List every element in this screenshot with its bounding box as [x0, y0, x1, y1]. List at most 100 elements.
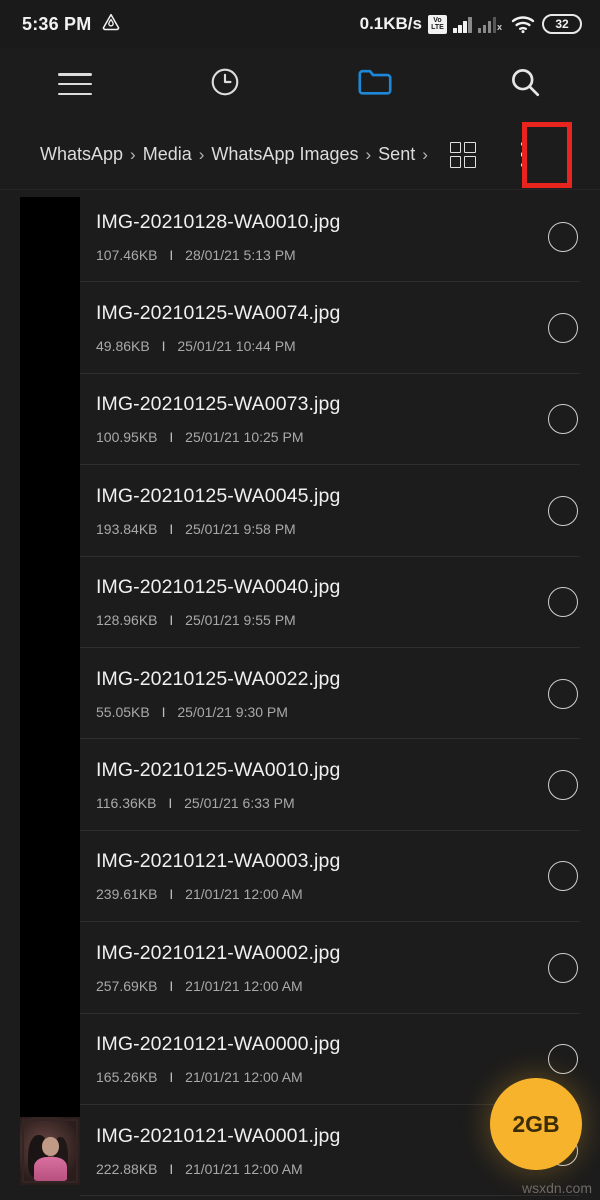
file-name: IMG-20210125-WA0045.jpg — [96, 484, 341, 507]
file-meta: IMG-20210121-WA0003.jpg 239.61KB I 21/01… — [96, 850, 548, 902]
table-row[interactable]: IMG-20210125-WA0022.jpg 55.05KB I 25/01/… — [0, 648, 600, 740]
table-row[interactable]: IMG-20210121-WA0003.jpg 239.61KB I 21/01… — [0, 831, 600, 923]
recent-files-tab[interactable] — [150, 48, 300, 120]
file-name: IMG-20210125-WA0074.jpg — [96, 302, 341, 325]
file-name: IMG-20210125-WA0073.jpg — [96, 393, 341, 416]
table-row[interactable]: IMG-20210121-WA0002.jpg 257.69KB I 21/01… — [0, 922, 600, 1014]
file-meta: IMG-20210121-WA0001.jpg 222.88KB I 21/01… — [96, 1125, 548, 1177]
file-meta: IMG-20210125-WA0073.jpg 100.95KB I 25/01… — [96, 393, 548, 445]
file-list[interactable]: IMG-20210128-WA0010.jpg 107.46KB I 28/01… — [0, 191, 600, 1200]
thumbnail-redaction-overlay — [20, 197, 80, 1117]
search-button[interactable] — [450, 48, 600, 120]
more-options-kebab-icon[interactable] — [508, 135, 538, 175]
storage-fab-button[interactable]: 2GB — [490, 1078, 582, 1170]
file-size: 165.26KB — [96, 1069, 158, 1086]
file-datetime: 28/01/21 5:13 PM — [185, 246, 296, 263]
file-info-separator: I — [169, 520, 174, 537]
file-name: IMG-20210125-WA0010.jpg — [96, 759, 341, 782]
file-name: IMG-20210125-WA0022.jpg — [96, 667, 341, 690]
file-info-separator: I — [161, 703, 166, 720]
breadcrumb-separator: › — [198, 145, 205, 164]
file-size: 116.36KB — [96, 795, 157, 812]
volte-top-text: Vo — [433, 17, 442, 24]
file-size: 239.61KB — [96, 886, 158, 903]
file-select-checkbox[interactable] — [548, 1044, 578, 1075]
table-row[interactable]: IMG-20210125-WA0045.jpg 193.84KB I 25/01… — [0, 465, 600, 557]
table-row[interactable]: IMG-20210128-WA0010.jpg 107.46KB I 28/01… — [0, 191, 600, 283]
breadcrumb-item-sent[interactable]: Sent — [378, 144, 415, 165]
network-speed-label: 0.1KB/s — [359, 14, 422, 33]
file-info-separator: I — [169, 429, 174, 446]
file-info-separator: I — [161, 338, 166, 355]
hamburger-menu-button[interactable] — [0, 48, 150, 120]
file-select-checkbox[interactable] — [548, 587, 578, 618]
file-datetime: 25/01/21 6:33 PM — [184, 795, 295, 812]
breadcrumb-item-whatsapp[interactable]: WhatsApp — [40, 144, 123, 165]
file-info-separator: I — [169, 246, 174, 263]
file-info: 100.95KB I 25/01/21 10:25 PM — [96, 429, 548, 445]
table-row[interactable]: IMG-20210125-WA0010.jpg 116.36KB I 25/01… — [0, 739, 600, 832]
file-size: 55.05KB — [96, 703, 150, 720]
volte-icon: Vo LTE — [428, 14, 447, 34]
breadcrumb-item-whatsapp-images[interactable]: WhatsApp Images — [211, 144, 358, 165]
drive-triangle-icon — [101, 12, 121, 37]
wifi-icon — [510, 14, 536, 34]
file-thumbnail-photo — [20, 1116, 80, 1185]
file-name: IMG-20210128-WA0010.jpg — [96, 210, 341, 233]
file-datetime: 21/01/21 12:00 AM — [185, 886, 303, 903]
file-name: IMG-20210121-WA0002.jpg — [96, 941, 341, 964]
file-meta: IMG-20210125-WA0045.jpg 193.84KB I 25/01… — [96, 485, 548, 537]
file-info-separator: I — [169, 612, 174, 629]
file-info: 239.61KB I 21/01/21 12:00 AM — [96, 886, 548, 902]
file-size: 100.95KB — [96, 429, 158, 446]
file-name: IMG-20210121-WA0000.jpg — [96, 1033, 341, 1056]
file-select-checkbox[interactable] — [548, 861, 578, 892]
file-datetime: 25/01/21 9:58 PM — [185, 520, 296, 537]
table-row[interactable]: IMG-20210125-WA0073.jpg 100.95KB I 25/01… — [0, 374, 600, 466]
breadcrumb-item-media[interactable]: Media — [143, 144, 192, 165]
file-select-checkbox[interactable] — [548, 952, 578, 983]
status-bar-left: 5:36 PM — [22, 12, 121, 37]
table-row[interactable]: IMG-20210125-WA0040.jpg 128.96KB I 25/01… — [0, 557, 600, 649]
file-datetime: 25/01/21 9:55 PM — [185, 612, 296, 629]
file-info: 49.86KB I 25/01/21 10:44 PM — [96, 338, 548, 354]
file-meta: IMG-20210125-WA0040.jpg 128.96KB I 25/01… — [96, 576, 548, 628]
folder-icon — [357, 66, 393, 103]
file-datetime: 25/01/21 10:44 PM — [177, 338, 296, 355]
file-datetime: 21/01/21 12:00 AM — [185, 977, 303, 994]
file-select-checkbox[interactable] — [548, 404, 578, 435]
search-icon — [508, 65, 542, 104]
file-meta: IMG-20210121-WA0002.jpg 257.69KB I 21/01… — [96, 942, 548, 994]
file-info-separator: I — [169, 1160, 174, 1177]
site-watermark: wsxdn.com — [521, 1180, 592, 1196]
file-size: 193.84KB — [96, 520, 158, 537]
main-toolbar — [0, 48, 600, 120]
file-select-checkbox[interactable] — [548, 313, 578, 344]
file-info: 257.69KB I 21/01/21 12:00 AM — [96, 978, 548, 994]
file-info: 222.88KB I 21/01/21 12:00 AM — [96, 1161, 548, 1177]
file-datetime: 25/01/21 10:25 PM — [185, 429, 304, 446]
file-select-checkbox[interactable] — [548, 770, 578, 801]
file-name: IMG-20210121-WA0001.jpg — [96, 1124, 341, 1147]
battery-indicator: 32 — [542, 14, 582, 34]
file-size: 128.96KB — [96, 612, 158, 629]
folders-tab[interactable] — [300, 48, 450, 120]
breadcrumb-trailing-separator: › — [422, 145, 428, 164]
file-size: 257.69KB — [96, 977, 158, 994]
file-info: 128.96KB I 25/01/21 9:55 PM — [96, 612, 548, 628]
file-select-checkbox[interactable] — [548, 495, 578, 526]
file-datetime: 21/01/21 12:00 AM — [185, 1069, 303, 1086]
file-meta: IMG-20210125-WA0022.jpg 55.05KB I 25/01/… — [96, 668, 548, 720]
file-select-checkbox[interactable] — [548, 221, 578, 252]
file-size: 107.46KB — [96, 246, 158, 263]
file-meta: IMG-20210125-WA0074.jpg 49.86KB I 25/01/… — [96, 302, 548, 354]
clock-recent-icon — [209, 66, 241, 103]
file-select-checkbox[interactable] — [548, 678, 578, 709]
grid-view-icon[interactable] — [449, 141, 476, 168]
file-info: 107.46KB I 28/01/21 5:13 PM — [96, 247, 548, 263]
file-size: 49.86KB — [96, 338, 150, 355]
table-row[interactable]: IMG-20210125-WA0074.jpg 49.86KB I 25/01/… — [0, 282, 600, 375]
file-datetime: 25/01/21 9:30 PM — [177, 703, 288, 720]
file-info: 116.36KB I 25/01/21 6:33 PM — [96, 795, 548, 811]
file-name: IMG-20210125-WA0040.jpg — [96, 576, 341, 599]
